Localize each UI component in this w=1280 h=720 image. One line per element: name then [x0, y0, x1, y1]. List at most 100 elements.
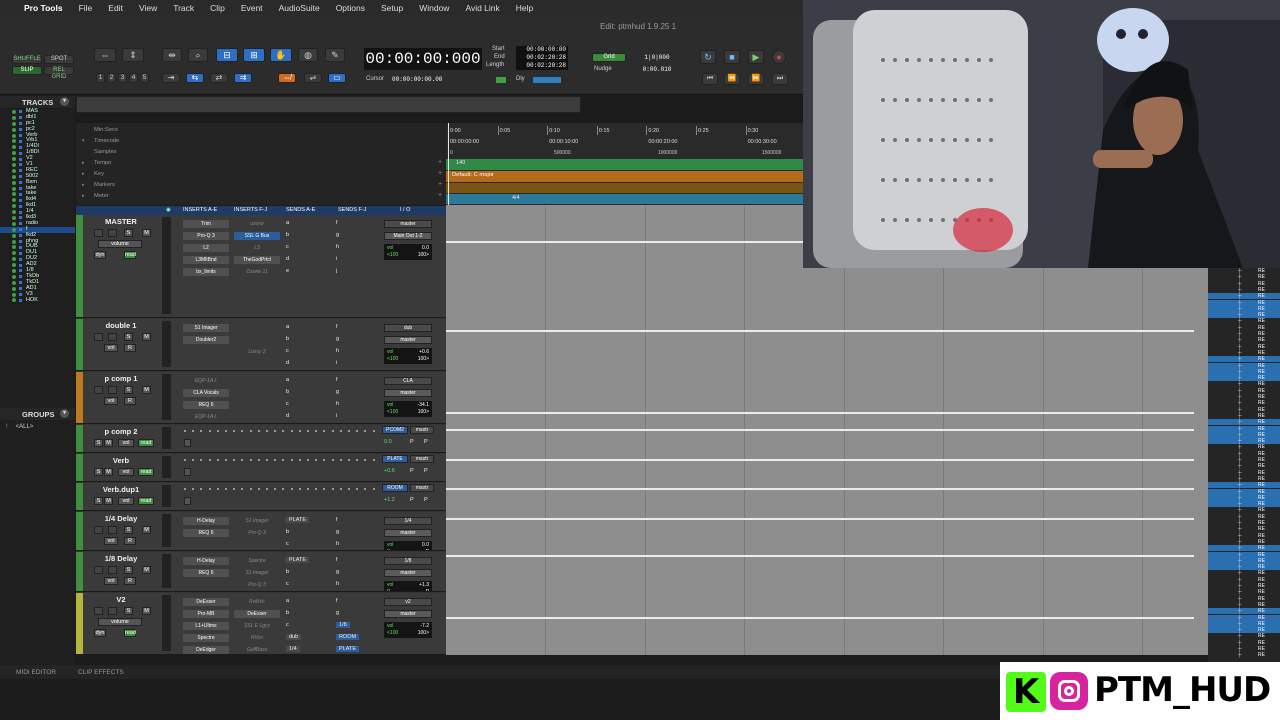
track-visible-dot-icon[interactable] [12, 268, 16, 273]
ruler-label-meter[interactable]: Meter [94, 193, 109, 199]
volume-view-button[interactable]: vol [118, 439, 134, 447]
zoom-preset-3[interactable]: 3 [118, 73, 127, 83]
insert-a-e-slot[interactable]: H-Delay [183, 517, 229, 525]
group-item[interactable]: ! <ALL> [6, 424, 33, 430]
track-visible-dot-icon[interactable] [12, 227, 16, 232]
ruler-label-samples[interactable]: Samples [94, 149, 117, 155]
zoom-preset-2[interactable]: 2 [107, 73, 116, 83]
track-visible-dot-icon[interactable] [12, 151, 16, 156]
automation-mode-button[interactable]: read [138, 497, 154, 505]
start-field[interactable]: 00:00:00:00 [516, 46, 568, 54]
send-a-e-slot[interactable]: a [286, 220, 289, 226]
solo-button[interactable]: S [124, 566, 133, 574]
meter-value[interactable]: 4/4 [512, 195, 520, 201]
track-list-item[interactable]: HOK [0, 297, 75, 304]
timeline-area[interactable] [446, 205, 1208, 655]
clip-list-row[interactable]: ┼ RE [1208, 652, 1280, 658]
pan-left-value[interactable]: <100 [387, 252, 398, 258]
menu-window[interactable]: Window [411, 3, 457, 13]
track-header[interactable]: p comp 2 S Mvol read PCOM2 mastr 0.0 P P [76, 425, 446, 453]
insert-f-j-slot[interactable]: ozone [234, 220, 280, 228]
track-visible-dot-icon[interactable] [12, 186, 16, 191]
tempo-value[interactable]: 140 [456, 160, 465, 166]
track-name[interactable]: 1/4 Delay [86, 514, 156, 523]
track-name[interactable]: V2 [86, 595, 156, 604]
insert-a-e-slot[interactable]: bx_limits [183, 268, 229, 276]
track-visible-dot-icon[interactable] [12, 221, 16, 226]
zoomer-tool-icon[interactable]: ⌕ [188, 48, 208, 62]
io-output-selector[interactable]: mastr [410, 426, 434, 434]
insert-f-j-slot[interactable]: TheGodPrtcl [234, 256, 280, 264]
send-f-j-slot[interactable]: f [336, 377, 338, 383]
volume-value[interactable]: -7.2 [420, 623, 429, 630]
link-track-icon[interactable]: ⇄ [210, 73, 228, 83]
insert-a-e-slot[interactable]: EQP-1A L [183, 413, 229, 421]
send-f-j-slot[interactable]: i [336, 413, 337, 419]
io-input-selector[interactable]: dub [384, 324, 432, 332]
insert-f-j-slot[interactable]: RVox [234, 634, 280, 642]
solo-button[interactable]: S [94, 439, 103, 447]
send-f-j-slot[interactable]: h [336, 541, 339, 547]
ruler-expand-icon[interactable]: ▸ [82, 171, 85, 177]
send-f-j-slot[interactable]: PLATE [336, 646, 360, 652]
ruler-label-tempo[interactable]: Tempo [94, 160, 111, 166]
ruler-label-timecode[interactable]: Timecode [94, 138, 119, 144]
mute-button[interactable]: M [142, 386, 151, 394]
insert-f-j-slot[interactable]: SSL G Bus [234, 232, 280, 240]
trim-tool-icon[interactable]: ⊟ [216, 48, 238, 62]
shuffle-mode-button[interactable]: SHUFFLE [12, 55, 42, 64]
insert-a-e-slot[interactable]: REQ 6 [183, 529, 229, 537]
track-view-selector[interactable]: volume [98, 618, 142, 626]
record-button[interactable] [94, 386, 103, 394]
automation-mode-button[interactable]: read [138, 468, 154, 476]
input-monitor-button[interactable] [108, 607, 117, 615]
menu-help[interactable]: Help [508, 3, 541, 13]
track-visible-dot-icon[interactable] [12, 204, 16, 209]
mute-button[interactable]: M [104, 439, 113, 447]
track-header[interactable]: V2 S Mvolume dyn read DeEsser Pro-MB L1+Ultmx Sp… [76, 593, 446, 655]
automation-mode-button[interactable]: read [138, 439, 154, 447]
solo-button[interactable]: S [124, 386, 133, 394]
mute-button[interactable]: M [142, 333, 151, 341]
pan-left-value[interactable]: <100 [387, 630, 398, 636]
send-a-e-slot[interactable]: c [286, 581, 289, 587]
send-f-j-slot[interactable]: i [336, 256, 337, 262]
send-a-e-slot[interactable]: b [286, 336, 289, 342]
mute-button[interactable]: M [142, 526, 151, 534]
track-visible-dot-icon[interactable] [12, 280, 16, 285]
solo-button[interactable]: S [124, 333, 133, 341]
mixer-menu-icon[interactable]: ◉ [166, 207, 171, 213]
zoom-preset-1[interactable]: 1 [96, 73, 105, 83]
volume-view-button[interactable]: vol [104, 397, 118, 405]
record-button[interactable] [94, 526, 103, 534]
insert-a-e-slot[interactable]: Trim [183, 220, 229, 228]
record-enable-button[interactable] [184, 468, 191, 476]
solo-button[interactable]: S [124, 526, 133, 534]
insert-f-j-slot[interactable] [234, 336, 280, 344]
track-name[interactable]: double 1 [86, 321, 156, 330]
track-visible-dot-icon[interactable] [12, 274, 16, 279]
track-header[interactable]: double 1 S Mvol R S1 Imager Doubler2 Lossy 2 ab… [76, 319, 446, 371]
send-a-e-slot[interactable]: a [286, 598, 289, 604]
track-visible-dot-icon[interactable] [12, 263, 16, 268]
track-header[interactable]: Verb.dup1 S Mvol read ROOM mastr +1.2 P P [76, 483, 446, 511]
ruler-label-minsecs[interactable]: Min:Secs [94, 127, 118, 133]
end-field[interactable]: 00:02:20:28 [516, 54, 568, 62]
track-header[interactable]: p comp 1 S Mvol R EQP-1A L CLA Vocals REQ 6 EQP… [76, 372, 446, 424]
insert-a-e-slot[interactable]: Pro-MB [183, 610, 229, 618]
send-a-e-slot[interactable]: c [286, 541, 289, 547]
solo-button[interactable]: S [94, 497, 103, 505]
send-f-j-slot[interactable]: f [336, 220, 338, 226]
record-button[interactable] [94, 607, 103, 615]
send-a-e-slot[interactable]: b [286, 529, 289, 535]
scrubber-tool-icon[interactable]: ◍ [298, 48, 318, 62]
track-visible-dot-icon[interactable] [12, 109, 16, 114]
pan-right-value[interactable]: P [426, 549, 429, 550]
track-visible-dot-icon[interactable] [12, 286, 16, 291]
grabber-tool-icon[interactable]: ✋ [270, 48, 292, 62]
mute-button[interactable]: M [142, 229, 151, 237]
menu-track[interactable]: Track [165, 3, 202, 13]
track-visible-dot-icon[interactable] [12, 215, 16, 220]
pan-right-value[interactable]: 100> [418, 356, 429, 363]
send-f-j-slot[interactable]: h [336, 581, 339, 587]
